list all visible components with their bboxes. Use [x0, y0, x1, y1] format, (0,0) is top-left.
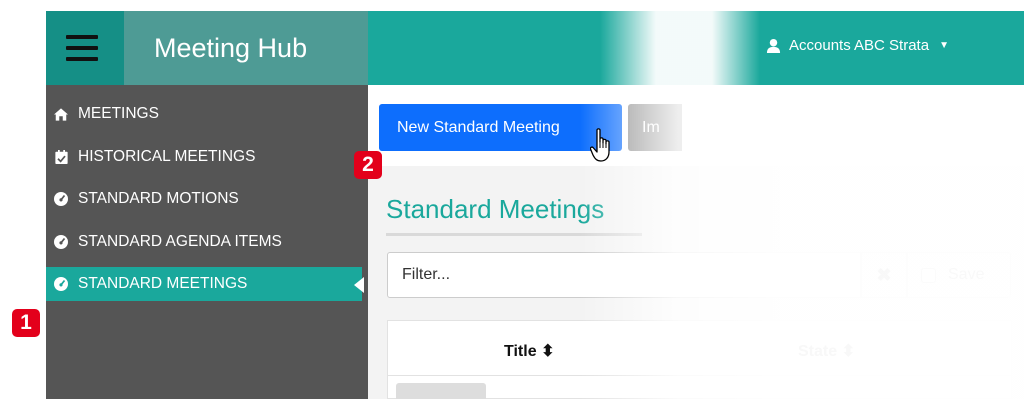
column-header-label: Title — [504, 343, 537, 360]
sidebar-item-meetings[interactable]: MEETINGS — [46, 97, 368, 131]
title-underline — [386, 233, 642, 236]
user-icon — [766, 38, 781, 53]
brand[interactable]: Meeting Hub — [124, 11, 368, 85]
gauge-icon — [54, 192, 68, 206]
sidebar-item-standard-motions[interactable]: STANDARD MOTIONS — [46, 182, 368, 216]
gauge-icon — [54, 235, 68, 249]
gauge-icon — [54, 277, 68, 291]
sidebar-item-label: STANDARD MOTIONS — [78, 190, 239, 207]
sidebar: MEETINGS HISTORICAL MEETINGS STANDARD MO… — [46, 85, 368, 399]
sidebar-item-label: STANDARD AGENDA ITEMS — [78, 233, 282, 250]
user-menu-dropdown[interactable]: Accounts ABC Strata ▼ — [766, 37, 949, 54]
active-item-pointer — [354, 277, 364, 293]
sidebar-item-standard-agenda-items[interactable]: STANDARD AGENDA ITEMS — [46, 225, 368, 259]
page-title: Standard Meetings — [386, 194, 605, 224]
callout-badge-2: 2 — [354, 151, 382, 179]
hamburger-line — [66, 57, 98, 61]
close-icon: ✖ — [876, 264, 892, 285]
import-button[interactable]: Im — [628, 104, 682, 151]
column-header-label: State — [798, 343, 838, 360]
user-name: Accounts ABC Strata — [789, 37, 930, 54]
sort-icon: ⬍ — [541, 343, 555, 360]
table-row-action-button[interactable] — [396, 383, 486, 399]
home-icon — [54, 107, 68, 121]
save-filter-toggle[interactable]: Save — [907, 252, 1011, 298]
clear-filter-button[interactable]: ✖ — [861, 252, 907, 298]
meetings-table: Title ⬍ State ⬍ — [387, 320, 1012, 399]
calendar-check-icon — [54, 150, 68, 164]
sidebar-item-label: STANDARD MEETINGS — [78, 275, 248, 292]
app-window: Meeting Hub Accounts ABC Strata ▼ MEETIN… — [0, 0, 1024, 399]
hamburger-line — [66, 46, 98, 50]
sort-icon: ⬍ — [841, 343, 855, 360]
column-header-state[interactable]: State ⬍ — [798, 341, 855, 361]
caret-down-icon: ▼ — [939, 40, 949, 51]
hamburger-line — [66, 35, 98, 39]
sidebar-item-label: HISTORICAL MEETINGS — [78, 148, 256, 165]
new-standard-meeting-button[interactable]: New Standard Meeting — [379, 104, 622, 151]
column-header-title[interactable]: Title ⬍ — [504, 341, 554, 361]
app-title: Meeting Hub — [154, 33, 308, 63]
menu-toggle-button[interactable] — [46, 11, 124, 85]
callout-badge-1: 1 — [12, 309, 40, 337]
save-label: Save — [948, 266, 985, 283]
header-divider — [388, 375, 1011, 376]
hand-pointer-icon — [590, 128, 610, 162]
sidebar-item-label: MEETINGS — [78, 105, 159, 122]
sidebar-item-historical-meetings[interactable]: HISTORICAL MEETINGS — [46, 140, 368, 174]
sidebar-item-standard-meetings[interactable]: STANDARD MEETINGS — [46, 267, 362, 301]
save-checkbox[interactable] — [921, 267, 936, 283]
filter-input[interactable] — [387, 252, 861, 298]
